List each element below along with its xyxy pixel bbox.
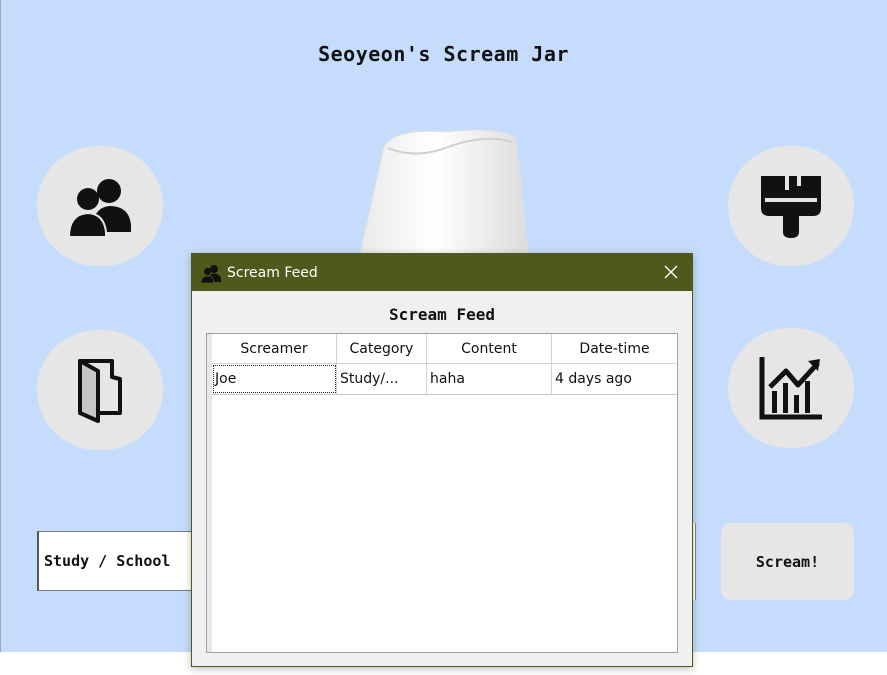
column-header-datetime[interactable]: Date-time (552, 334, 677, 364)
scream-button[interactable]: Scream! (721, 523, 854, 600)
paintbrush-icon (761, 176, 821, 238)
table-row[interactable]: Joe Study/... haha 4 days ago (212, 364, 677, 395)
users-icon (201, 264, 221, 283)
column-header-category[interactable]: Category (337, 334, 427, 364)
dialog-heading: Scream Feed (389, 305, 495, 324)
chart-icon (759, 357, 822, 420)
theme-button[interactable] (728, 146, 854, 266)
app-title: Seoyeon's Scream Jar (318, 42, 569, 66)
cell-content[interactable]: haha (427, 364, 552, 394)
scream-jar-image (359, 129, 529, 255)
cell-category[interactable]: Study/... (337, 364, 427, 394)
open-door-icon (78, 359, 122, 423)
stats-button[interactable] (728, 328, 854, 448)
close-icon (664, 265, 678, 279)
column-header-content[interactable]: Content (427, 334, 552, 364)
users-icon (68, 179, 131, 238)
table-header-row: Screamer Category Content Date-time (212, 334, 677, 364)
category-select[interactable]: Study / School (37, 531, 193, 591)
dialog-window-title: Scream Feed (227, 264, 318, 281)
column-header-screamer[interactable]: Screamer (212, 334, 337, 364)
cell-screamer[interactable]: Joe (212, 364, 337, 394)
cell-datetime[interactable]: 4 days ago (552, 364, 677, 394)
feed-table[interactable]: Screamer Category Content Date-time Joe … (206, 333, 678, 653)
dialog-titlebar[interactable]: Scream Feed (192, 254, 692, 291)
exit-button[interactable] (37, 330, 163, 450)
close-button[interactable] (656, 258, 686, 286)
scream-feed-dialog: Scream Feed Scream Feed Screamer Categor… (191, 253, 693, 667)
users-button[interactable] (37, 146, 163, 266)
